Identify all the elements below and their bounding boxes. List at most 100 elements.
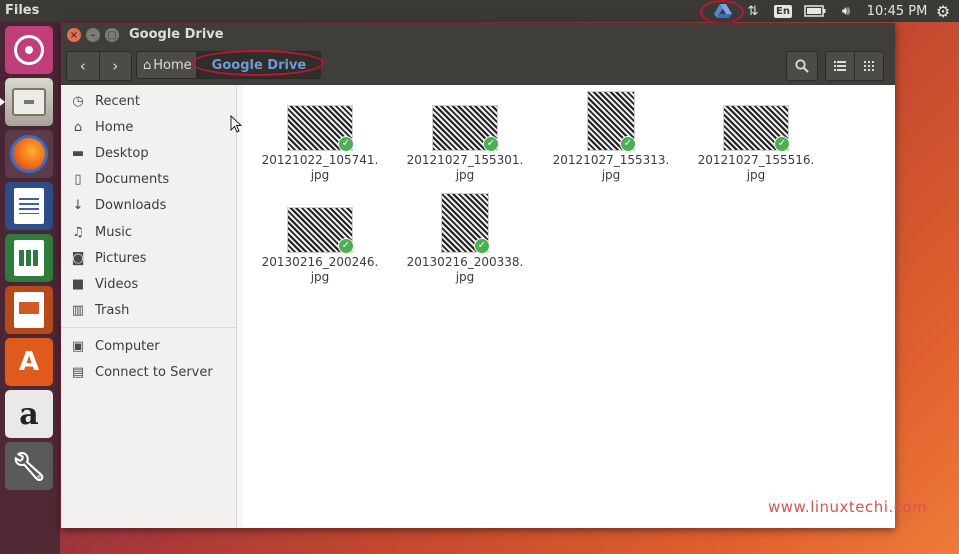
sidebar-item-downloads[interactable]: ↓ Downloads (69, 194, 167, 216)
sidebar-item-documents[interactable]: ▯ Documents (69, 168, 169, 190)
window-title: Google Drive (129, 27, 224, 42)
image-thumbnail: ✓ (432, 105, 499, 152)
image-thumbnail: ✓ (441, 193, 490, 254)
keyboard-layout-label: En (774, 4, 792, 18)
libreoffice-impress-icon[interactable] (5, 286, 53, 334)
document-icon: ▯ (74, 171, 82, 187)
file-name-line2: jpg (310, 270, 330, 284)
camera-icon: ◙ (71, 250, 85, 266)
app-menu-title[interactable]: Files (5, 3, 39, 18)
breadcrumb-home-label: Home (153, 57, 192, 73)
sidebar-item-label: Home (95, 119, 134, 135)
system-gear-icon[interactable]: ⚙ (934, 2, 952, 21)
file-item[interactable]: ✓ 20121027_155313. jpg (551, 91, 671, 183)
sidebar-item-label: Desktop (95, 145, 149, 161)
close-icon[interactable]: × (67, 28, 81, 42)
search-icon[interactable] (786, 51, 818, 81)
file-name-line2: jpg (601, 168, 621, 182)
network-icon[interactable]: ⇅ (745, 2, 761, 20)
sidebar-item-label: Recent (95, 93, 140, 109)
file-name-line2: jpg (455, 270, 475, 284)
download-icon: ↓ (72, 197, 84, 213)
sidebar-item-desktop[interactable]: ▬ Desktop (69, 142, 149, 164)
grid-view-icon[interactable] (854, 51, 884, 81)
back-chevron-icon[interactable]: ‹ (67, 52, 99, 80)
clock[interactable]: 10:45 PM (866, 2, 928, 20)
synced-check-icon: ✓ (620, 136, 636, 152)
breadcrumb-home[interactable]: ⌂ Home (136, 51, 197, 79)
sidebar-item-connect-to-server[interactable]: ▤ Connect to Server (69, 361, 213, 383)
sidebar-item-label: Pictures (95, 250, 147, 266)
sidebar-item-computer[interactable]: ▣ Computer (69, 335, 160, 357)
list-view-icon[interactable] (825, 51, 855, 81)
titlebar[interactable]: × – □ Google Drive (61, 23, 895, 47)
software-center-icon[interactable]: A (5, 338, 53, 386)
server-icon: ▤ (71, 364, 85, 380)
breadcrumb: ⌂ Home Google Drive (136, 50, 324, 79)
toolbar: ‹ › ⌂ Home Google Drive (61, 47, 895, 85)
system-settings-icon[interactable]: 🔧︎ (5, 442, 53, 490)
synced-check-icon: ✓ (774, 136, 790, 152)
battery-icon[interactable] (803, 2, 827, 20)
folder-icon: ▬ (71, 145, 85, 161)
firefox-icon[interactable] (5, 130, 53, 178)
forward-chevron-icon[interactable]: › (98, 52, 132, 80)
minimize-icon[interactable]: – (86, 28, 100, 42)
image-thumbnail: ✓ (723, 105, 790, 152)
ubuntu-dash-icon[interactable] (5, 26, 53, 74)
file-name-line1: 20130216_200338. (406, 255, 524, 269)
files-app-icon[interactable] (5, 78, 53, 126)
file-item[interactable]: ✓ 20130216_200246. jpg (260, 207, 380, 285)
home-icon: ⌂ (73, 119, 83, 135)
sidebar-item-home[interactable]: ⌂ Home (69, 116, 134, 138)
file-name-line1: 20130216_200246. (261, 255, 379, 269)
image-thumbnail: ✓ (287, 105, 354, 152)
sidebar-item-label: Connect to Server (95, 364, 213, 380)
sidebar-item-trash[interactable]: ▥ Trash (69, 299, 130, 321)
launcher: A a 🔧︎ (0, 22, 60, 554)
file-name-line1: 20121022_105741. (261, 153, 379, 167)
file-item[interactable]: ✓ 20121022_105741. jpg (260, 105, 380, 183)
google-drive-indicator-icon[interactable] (704, 2, 742, 20)
file-name-line1: 20121027_155313. (552, 153, 670, 167)
sidebar-item-label: Trash (95, 302, 130, 318)
file-name-line2: jpg (310, 168, 330, 182)
volume-icon[interactable]: 🔊︎ (836, 2, 856, 20)
sidebar-item-label: Videos (95, 276, 139, 292)
image-thumbnail: ✓ (587, 91, 636, 152)
sidebar-item-label: Music (95, 224, 132, 240)
clock-icon: ◷ (72, 93, 84, 109)
trash-icon: ▥ (71, 302, 85, 318)
file-item[interactable]: ✓ 20130216_200338. jpg (405, 193, 525, 285)
synced-check-icon: ✓ (483, 136, 499, 152)
amazon-icon[interactable]: a (5, 390, 53, 438)
synced-check-icon: ✓ (338, 238, 354, 254)
libreoffice-writer-icon[interactable] (5, 182, 53, 230)
file-name-line2: jpg (455, 168, 475, 182)
navigation-buttons: ‹ › (66, 51, 132, 81)
keyboard-layout-indicator[interactable]: En (773, 2, 793, 20)
file-manager-window: × – □ Google Drive ‹ › ⌂ Home Google Dri… (61, 23, 927, 528)
sidebar-item-videos[interactable]: ■ Videos (69, 273, 138, 295)
file-name-line1: 20121027_155301. (406, 153, 524, 167)
computer-icon: ▣ (71, 338, 85, 354)
maximize-icon[interactable]: □ (105, 28, 119, 42)
video-icon: ■ (71, 276, 85, 292)
breadcrumb-current-label: Google Drive (211, 57, 307, 73)
sidebar-item-label: Computer (95, 338, 160, 354)
sidebar-item-recent[interactable]: ◷ Recent (69, 90, 140, 112)
sidebar-item-label: Documents (95, 171, 170, 187)
top-panel: Files ⇅ En 🔊︎ 10:45 PM ⚙ (0, 0, 959, 24)
sidebar-item-music[interactable]: ♫ Music (69, 221, 132, 243)
file-item[interactable]: ✓ 20121027_155516. jpg (696, 105, 816, 183)
synced-check-icon: ✓ (474, 238, 490, 254)
libreoffice-calc-icon[interactable] (5, 234, 53, 282)
breadcrumb-current[interactable]: Google Drive (190, 50, 324, 79)
file-name-line2: jpg (746, 168, 766, 182)
watermark-text: www.linuxtechi.com (768, 498, 928, 516)
file-item[interactable]: ✓ 20121027_155301. jpg (405, 105, 525, 183)
sidebar-item-pictures[interactable]: ◙ Pictures (69, 247, 147, 269)
file-name-line1: 20121027_155516. (697, 153, 815, 167)
sidebar-divider (61, 327, 236, 328)
synced-check-icon: ✓ (338, 136, 354, 152)
